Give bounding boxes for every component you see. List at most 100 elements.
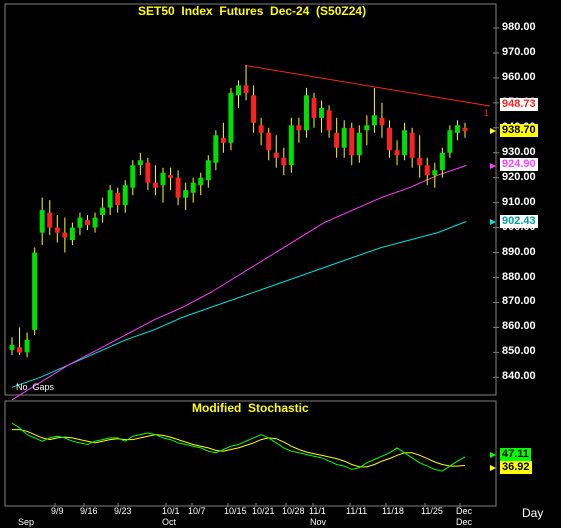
candle bbox=[236, 80, 241, 108]
candle bbox=[243, 65, 249, 101]
ma-long-line bbox=[11, 221, 467, 388]
candle-body bbox=[85, 220, 90, 226]
y-tick-label: 870.00 bbox=[502, 295, 536, 308]
candle-body bbox=[107, 190, 113, 208]
candle bbox=[228, 87, 234, 151]
candle-body bbox=[356, 132, 362, 156]
x-date-label: 9/9 bbox=[51, 506, 64, 516]
candle-body bbox=[213, 135, 219, 163]
candle-body bbox=[326, 110, 332, 131]
candle bbox=[175, 170, 181, 206]
ma-long-tag: 902.43 bbox=[500, 215, 538, 228]
y-tick-label: 920.00 bbox=[502, 170, 536, 183]
candle bbox=[273, 135, 279, 168]
tag-pointer bbox=[490, 219, 496, 225]
candle bbox=[462, 122, 468, 138]
candle-body bbox=[62, 232, 68, 238]
tag-pointer bbox=[490, 163, 496, 169]
candle-body bbox=[303, 95, 309, 131]
candle-body bbox=[402, 130, 408, 156]
candle bbox=[205, 155, 211, 188]
candle bbox=[394, 140, 400, 166]
candle bbox=[62, 217, 68, 253]
candle bbox=[213, 130, 219, 171]
candle-body bbox=[54, 227, 60, 233]
candle-body bbox=[266, 132, 272, 151]
candle bbox=[311, 92, 317, 128]
y-tick-label: 890.00 bbox=[502, 245, 536, 258]
gap-note: No Gaps bbox=[16, 382, 55, 392]
candle-body bbox=[92, 217, 98, 228]
candle-body bbox=[175, 177, 181, 198]
x-date-label: 10/28 bbox=[282, 506, 305, 516]
stoch-panel-title: Modified Stochastic bbox=[192, 401, 309, 415]
candle bbox=[198, 172, 204, 196]
candle bbox=[288, 117, 294, 173]
candle bbox=[379, 102, 385, 138]
candle-body bbox=[77, 217, 83, 228]
y-tick-label: 930.00 bbox=[502, 145, 536, 158]
candle bbox=[85, 215, 90, 231]
candle-body bbox=[311, 97, 317, 118]
candle bbox=[402, 122, 408, 161]
x-date-label: 11/25 bbox=[421, 506, 443, 516]
candle bbox=[137, 152, 143, 176]
candle-body bbox=[409, 132, 415, 158]
x-date-label: 11/18 bbox=[382, 506, 404, 516]
candle-body bbox=[243, 85, 249, 93]
x-date-label: Dec bbox=[456, 506, 473, 516]
x-date-label: 11/11 bbox=[346, 506, 368, 516]
candle bbox=[100, 197, 106, 223]
trendline-value-tag: 948.73 bbox=[500, 98, 538, 111]
ma-short-tag: 924.90 bbox=[500, 158, 538, 171]
candle bbox=[17, 327, 23, 355]
candle bbox=[160, 167, 166, 203]
candle-body bbox=[130, 165, 136, 188]
candle-body bbox=[168, 175, 174, 178]
x-date-label: 9/16 bbox=[80, 506, 98, 516]
candle bbox=[454, 120, 460, 141]
price-panel-frame bbox=[4, 3, 497, 396]
candle bbox=[54, 215, 60, 243]
candle-body bbox=[334, 132, 340, 148]
candle bbox=[130, 160, 136, 196]
price-chart[interactable] bbox=[0, 0, 561, 528]
candle-body bbox=[364, 125, 370, 131]
candle-body bbox=[24, 339, 30, 353]
y-tick-label: 880.00 bbox=[502, 270, 536, 283]
price-panel-title: SET50 Index Futures Dec-24 (S50Z24) bbox=[138, 4, 367, 18]
candle-body bbox=[281, 157, 287, 166]
candle bbox=[409, 127, 415, 168]
candle bbox=[371, 87, 377, 133]
candle bbox=[319, 100, 325, 133]
candle bbox=[47, 200, 53, 236]
candle-body bbox=[47, 212, 53, 228]
candle-body bbox=[205, 160, 211, 181]
tag-pointer bbox=[490, 465, 496, 471]
candle-body bbox=[462, 127, 468, 132]
candle-body bbox=[9, 344, 15, 350]
candle bbox=[447, 125, 453, 158]
x-month-label: Nov bbox=[310, 517, 327, 527]
candle bbox=[168, 167, 174, 191]
x-date-label: 10/1 bbox=[162, 506, 180, 516]
candle bbox=[432, 162, 438, 188]
candle bbox=[152, 165, 158, 196]
candle-body bbox=[228, 92, 234, 143]
ma-short-line bbox=[11, 165, 467, 401]
candle-body bbox=[454, 125, 460, 133]
period-label[interactable]: Day bbox=[522, 506, 543, 520]
candle bbox=[9, 337, 15, 355]
candle-body bbox=[220, 137, 226, 143]
candle bbox=[39, 197, 45, 246]
tag-pointer bbox=[490, 452, 496, 458]
stoch-k-tag: 47.11 bbox=[500, 448, 531, 461]
candle bbox=[266, 127, 272, 161]
trendline bbox=[244, 64, 491, 107]
candle-body bbox=[447, 130, 453, 153]
candle bbox=[145, 157, 151, 191]
candle bbox=[258, 117, 264, 146]
candle-body bbox=[296, 125, 302, 131]
y-tick-label: 980.00 bbox=[502, 21, 536, 33]
last-price-tag: 938.70 bbox=[500, 124, 538, 137]
